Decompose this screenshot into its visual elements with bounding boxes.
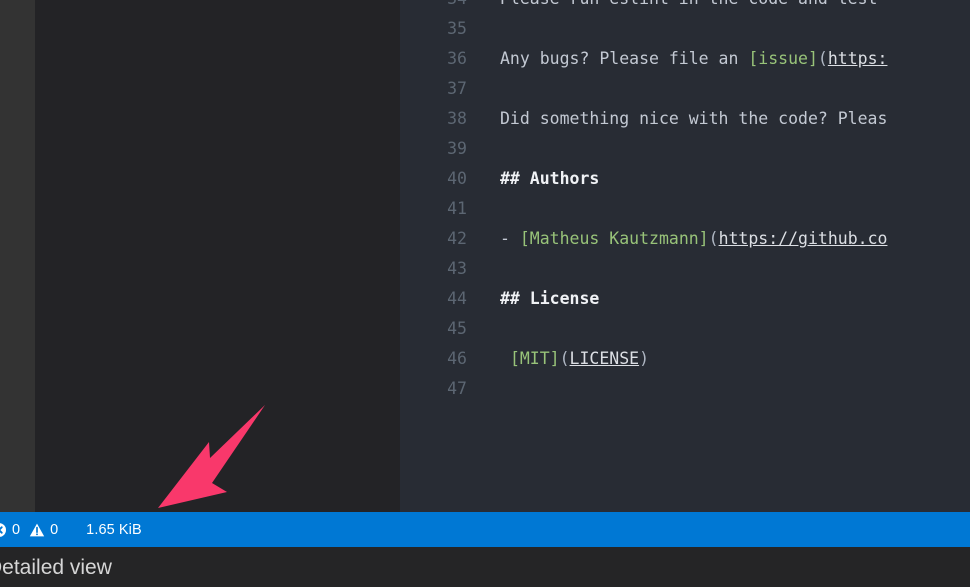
token-link: [MIT] (509, 349, 560, 368)
code-line[interactable]: 42 - [Matheus Kautzmann](https://github.c… (400, 224, 970, 254)
line-number: 44 (447, 289, 467, 308)
line-number: 46 (447, 349, 467, 368)
token-punct: ( (559, 349, 570, 368)
line-number: 34 (400, 0, 467, 14)
token-heading: ## License (500, 289, 600, 308)
line-number: 39 (447, 139, 467, 158)
line-number: 45 (447, 319, 467, 338)
status-file-size[interactable]: 1.65 KiB (74, 522, 142, 538)
token-punct: ( (817, 49, 828, 68)
code-line[interactable]: 38 Did something nice with the code? Plea… (400, 104, 970, 134)
code-line[interactable]: 44 ## License (400, 284, 970, 314)
status-bar[interactable]: 0 0 1.65 KiB (0, 512, 970, 547)
code-line[interactable]: 34 Please run eslint in the code and test (400, 0, 970, 14)
side-panel[interactable] (35, 0, 400, 512)
token-plain: Did something nice with the code? Pleas (500, 109, 888, 128)
token-url[interactable]: https://github.co (719, 229, 888, 248)
code-line[interactable]: 47 (400, 374, 970, 404)
token-link: [Matheus Kautzmann] (519, 229, 709, 248)
token-url[interactable]: https: (828, 49, 888, 68)
activity-bar[interactable] (0, 0, 35, 512)
status-warning-item[interactable]: 0 (29, 522, 58, 538)
token-link: [issue] (748, 49, 818, 68)
editor-window: 34 Please run eslint in the code and test… (0, 0, 970, 587)
line-number: 35 (447, 19, 467, 38)
code-content[interactable]: 34 Please run eslint in the code and test… (400, 0, 970, 404)
token-punct: ( (708, 229, 719, 248)
warning-triangle-icon (29, 522, 45, 538)
line-number: 43 (447, 259, 467, 278)
line-number: 41 (447, 199, 467, 218)
token-url[interactable]: LICENSE (570, 349, 640, 368)
line-text: ## Authors (500, 164, 599, 194)
code-editor[interactable]: 34 Please run eslint in the code and test… (400, 0, 970, 512)
code-line[interactable]: 45 (400, 314, 970, 344)
error-count: 0 (12, 521, 21, 538)
code-line[interactable]: 40 ## Authors (400, 164, 970, 194)
line-number: 47 (447, 379, 467, 398)
token-plain: Please run eslint in the code and test (500, 0, 878, 8)
status-error-item[interactable]: 0 (0, 522, 20, 538)
line-text: - [Matheus Kautzmann](https://github.co (500, 224, 887, 254)
code-line[interactable]: 36 Any bugs? Please file an [issue](https… (400, 44, 970, 74)
warning-count: 0 (50, 521, 59, 538)
code-line[interactable]: 35 (400, 14, 970, 44)
line-text: ## License (500, 284, 599, 314)
line-text: Did something nice with the code? Pleas (500, 104, 887, 134)
token-plain: Any bugs? Please file an (500, 49, 749, 68)
line-text: [MIT](LICENSE) (500, 344, 649, 374)
code-line[interactable]: 41 (400, 194, 970, 224)
token-bullet: - (500, 229, 520, 248)
line-number: 36 (447, 49, 467, 68)
line-number: 40 (447, 169, 467, 188)
error-circle-icon (0, 522, 7, 538)
code-line[interactable]: 37 (400, 74, 970, 104)
caption-area: Detailed view (0, 547, 970, 587)
line-number: 37 (447, 79, 467, 98)
code-line[interactable]: 39 (400, 134, 970, 164)
line-text: Please run eslint in the code and test (500, 0, 878, 14)
line-number: 38 (447, 109, 467, 128)
caption-label: Detailed view (0, 556, 112, 579)
code-line[interactable]: 43 (400, 254, 970, 284)
line-number: 42 (447, 229, 467, 248)
token-punct: ) (639, 349, 650, 368)
code-line[interactable]: 46 [MIT](LICENSE) (400, 344, 970, 374)
line-text: Any bugs? Please file an [issue](https: (500, 44, 887, 74)
status-problems-group[interactable]: 0 0 (0, 512, 74, 547)
token-heading: ## Authors (500, 169, 600, 188)
